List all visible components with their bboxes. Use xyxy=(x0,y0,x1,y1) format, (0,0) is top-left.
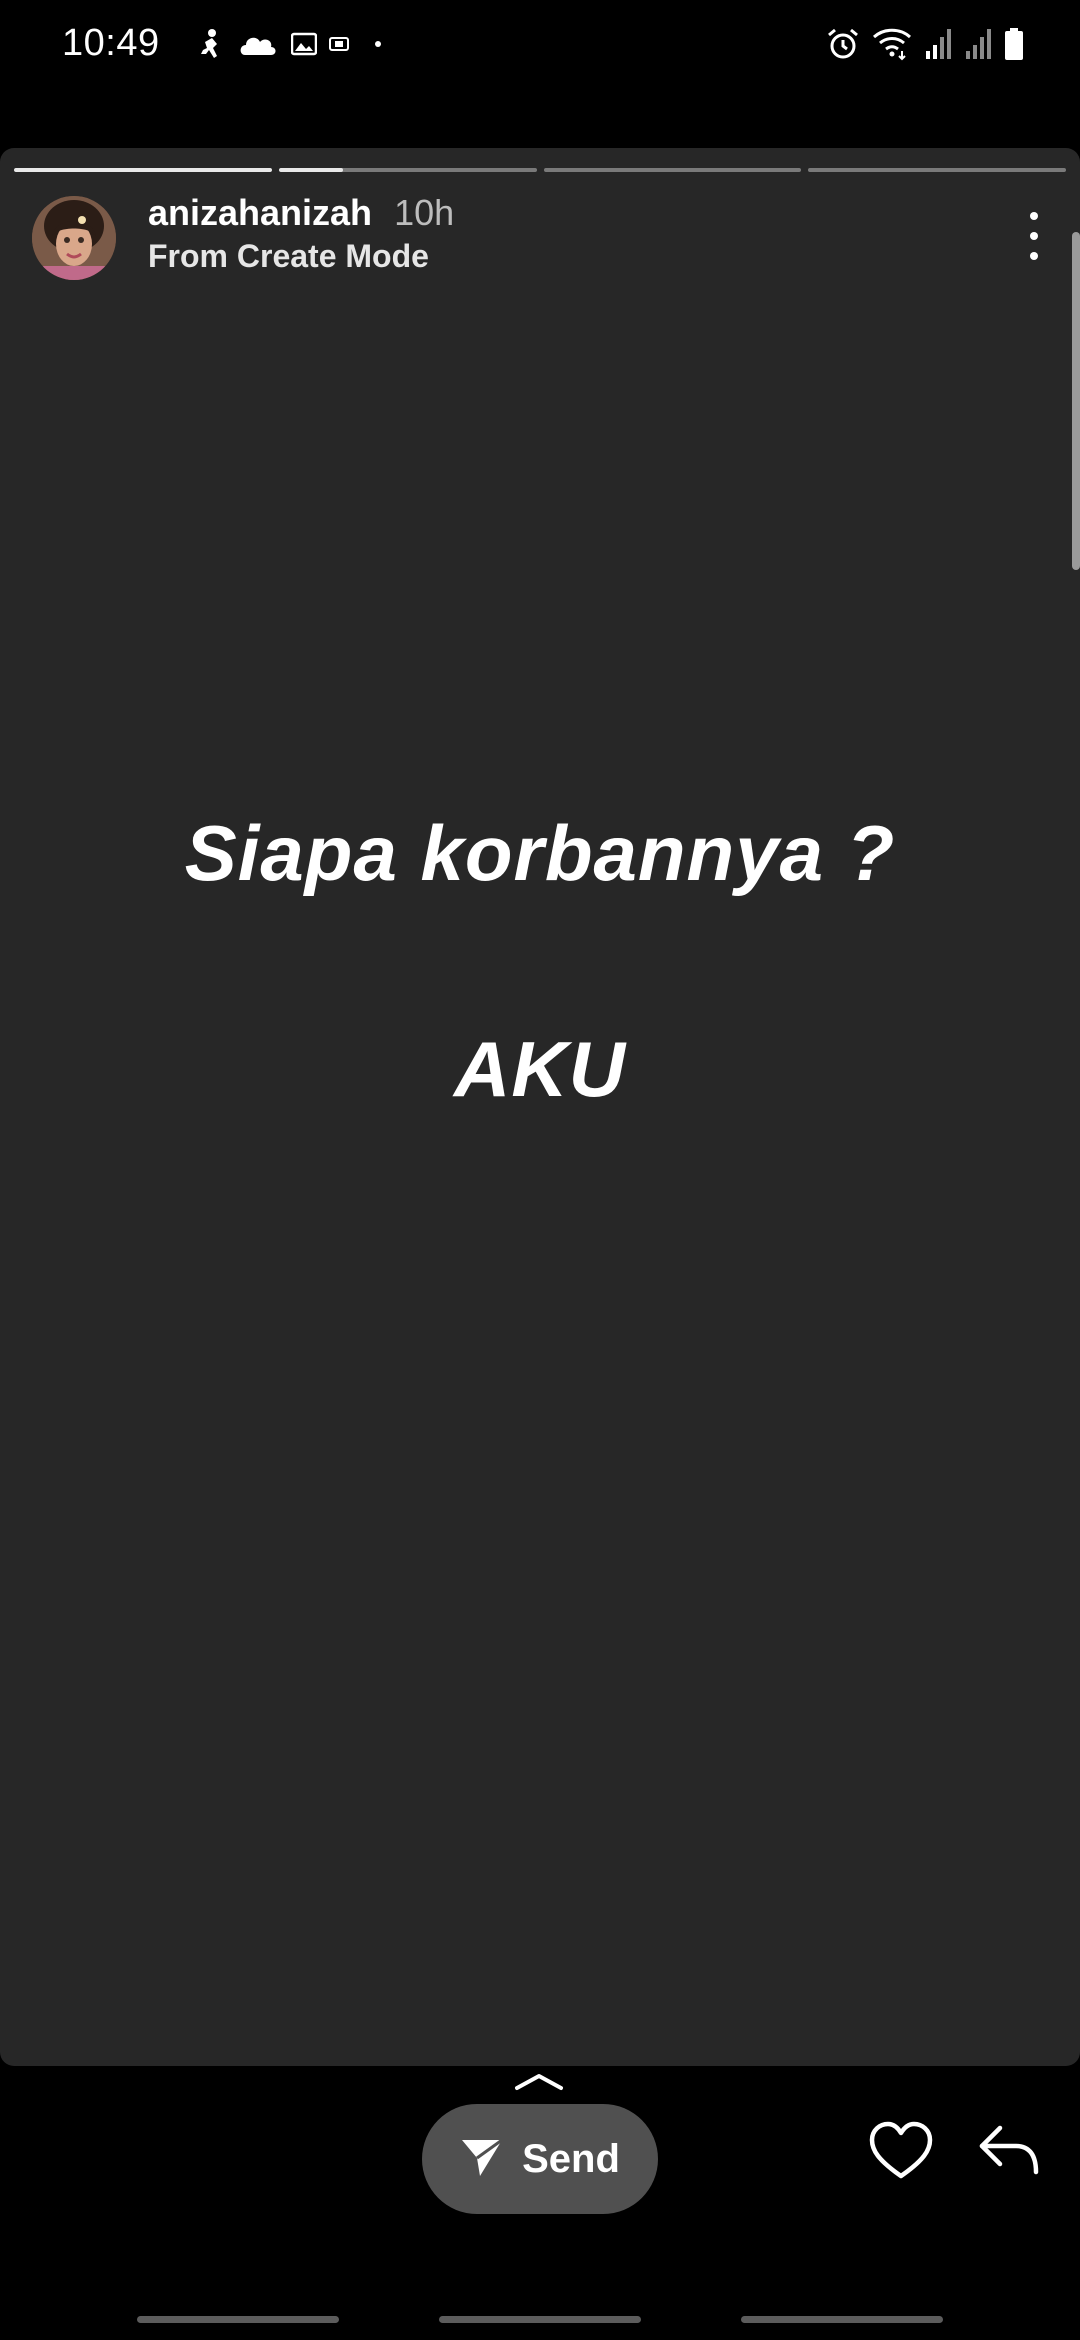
status-left-icons xyxy=(195,22,381,66)
progress-segment xyxy=(808,168,1066,172)
heart-icon xyxy=(869,2121,933,2179)
alarm-icon xyxy=(826,27,860,61)
navigation-bar xyxy=(0,2300,1080,2340)
story-text-line-2: AKU xyxy=(454,1025,626,1113)
progress-segment xyxy=(278,168,537,172)
paper-plane-icon xyxy=(460,2136,504,2183)
nav-recents-button[interactable] xyxy=(137,2316,339,2323)
battery-icon xyxy=(1004,27,1024,61)
story-header: anizahanizah 10h xyxy=(148,192,454,234)
progress-fill xyxy=(14,168,272,172)
status-bar: 10:49 xyxy=(0,0,1080,90)
send-button[interactable]: Send xyxy=(422,2104,658,2214)
story-card[interactable]: anizahanizah 10h From Create Mode Siapa k… xyxy=(0,148,1080,2066)
story-text-line-1: Siapa korbannya ? xyxy=(184,809,896,897)
status-time: 10:49 xyxy=(62,22,160,64)
reply-arrow-icon xyxy=(979,2125,1039,2175)
running-person-icon xyxy=(195,28,225,60)
gallery-icon xyxy=(291,31,317,57)
nav-back-button[interactable] xyxy=(741,2316,943,2323)
signal-icon xyxy=(924,27,952,61)
wifi-icon xyxy=(872,27,912,61)
username[interactable]: anizahanizah xyxy=(148,192,372,233)
nav-home-button[interactable] xyxy=(439,2316,641,2323)
vertical-dots-icon xyxy=(1030,212,1038,220)
chevron-up-icon[interactable] xyxy=(514,2070,564,2094)
status-right-icons xyxy=(826,20,1024,68)
like-button[interactable] xyxy=(868,2120,934,2182)
progress-segment xyxy=(543,168,802,172)
cloud-icon xyxy=(237,29,279,59)
scrollbar[interactable] xyxy=(1072,232,1080,570)
signal-icon xyxy=(964,27,992,61)
avatar[interactable] xyxy=(32,196,116,280)
story-timestamp: 10h xyxy=(394,192,455,233)
progress-segment xyxy=(14,168,272,172)
reply-button[interactable] xyxy=(976,2120,1040,2180)
send-label: Send xyxy=(522,2136,620,2181)
story-progress-bar xyxy=(14,168,1066,172)
dot-icon xyxy=(375,41,381,47)
more-options-button[interactable] xyxy=(1026,212,1042,260)
screen-record-icon xyxy=(329,37,349,51)
story-subtitle[interactable]: From Create Mode xyxy=(148,238,429,275)
progress-fill xyxy=(278,168,344,172)
